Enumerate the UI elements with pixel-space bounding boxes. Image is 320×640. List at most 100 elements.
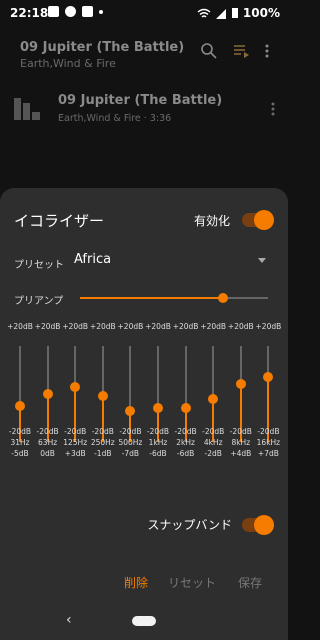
cloud-icon <box>65 6 76 17</box>
band-gain: +7dB <box>257 449 279 458</box>
band-frequency: 2kHz <box>176 438 195 447</box>
eq-band: +20dB -20dB 250Hz -1dB <box>89 322 117 478</box>
battery-icon <box>231 8 238 18</box>
band-knob[interactable] <box>208 394 219 404</box>
band-min-label: -20dB <box>202 427 225 436</box>
eq-band: +20dB -20dB 500Hz -7dB <box>116 322 144 478</box>
band-gain: -1dB <box>94 449 112 458</box>
system-nav-bar: ‹ <box>0 604 288 640</box>
album-thumbnail-icon <box>14 98 40 120</box>
equalizer-title: イコライザー <box>14 212 105 230</box>
track-title: 09 Jupiter (The Battle) <box>58 93 223 108</box>
track-more-icon[interactable] <box>270 100 276 118</box>
eq-band: +20dB -20dB 2kHz -6dB <box>172 322 200 478</box>
band-frequency: 250Hz <box>90 438 115 447</box>
band-min-label: -20dB <box>174 427 197 436</box>
band-fill <box>157 408 159 442</box>
notification-icon <box>48 6 59 17</box>
back-icon[interactable]: ‹ <box>66 612 72 628</box>
eq-band: +20dB -20dB 16kHz +7dB <box>254 322 282 478</box>
band-max-label: +20dB <box>227 322 254 331</box>
band-knob[interactable] <box>263 372 274 382</box>
preamp-slider[interactable] <box>80 293 268 303</box>
home-pill-icon[interactable] <box>132 616 156 626</box>
band-gain: +3dB <box>64 449 86 458</box>
band-knob[interactable] <box>42 389 53 399</box>
eq-band: +20dB -20dB 1kHz -6dB <box>144 322 172 478</box>
band-max-label: +20dB <box>89 322 116 331</box>
track-row[interactable]: 09 Jupiter (The Battle) Earth,Wind & Fir… <box>0 86 288 138</box>
now-playing-bar: 09 Jupiter (The Battle) Earth,Wind & Fir… <box>0 30 288 76</box>
band-frequency: 16kHz <box>256 438 281 447</box>
enable-label: 有効化 <box>193 214 230 228</box>
dot-icon <box>99 10 103 14</box>
band-min-label: -20dB <box>257 427 280 436</box>
band-frequency: 125Hz <box>63 438 88 447</box>
band-frequency: 31Hz <box>10 438 30 447</box>
band-max-label: +20dB <box>34 322 61 331</box>
band-knob[interactable] <box>235 379 246 389</box>
band-min-label: -20dB <box>91 427 114 436</box>
playlist-icon[interactable] <box>232 42 250 60</box>
band-gain: 0dB <box>40 449 55 458</box>
preset-label: プリセット <box>14 260 64 271</box>
preset-select[interactable]: Africa <box>74 252 111 267</box>
preamp-knob[interactable] <box>217 293 228 303</box>
band-max-label: +20dB <box>7 322 33 331</box>
eq-band: +20dB -20dB 31Hz -5dB <box>6 322 34 478</box>
band-gain: -2dB <box>204 449 222 458</box>
band-frequency: 63Hz <box>38 438 58 447</box>
band-knob[interactable] <box>153 403 163 413</box>
band-min-label: -20dB <box>119 427 142 436</box>
reset-button[interactable]: リセット <box>168 574 216 591</box>
band-max-label: +20dB <box>62 322 89 331</box>
band-max-label: +20dB <box>145 322 171 331</box>
preamp-fill <box>80 297 223 299</box>
band-frequency: 8kHz <box>231 438 251 447</box>
now-playing-artist: Earth,Wind & Fire <box>20 57 116 70</box>
band-frequency: 1kHz <box>148 438 168 447</box>
band-fill <box>19 406 21 442</box>
band-min-label: -20dB <box>146 427 170 436</box>
enable-toggle[interactable] <box>242 210 274 230</box>
band-knob[interactable] <box>97 391 108 401</box>
eq-band: +20dB -20dB 125Hz +3dB <box>61 322 89 478</box>
preamp-label: プリアンプ <box>14 296 64 307</box>
band-knob[interactable] <box>15 401 25 411</box>
band-max-label: +20dB <box>255 322 282 331</box>
search-icon[interactable] <box>200 42 218 60</box>
band-min-label: -20dB <box>229 427 252 436</box>
band-knob[interactable] <box>180 403 191 413</box>
more-icon[interactable] <box>264 42 270 60</box>
band-min-label: -20dB <box>36 427 59 436</box>
eq-band: +20dB -20dB 8kHz +4dB <box>227 322 255 478</box>
signal-icon <box>215 8 226 19</box>
band-gain: -7dB <box>121 449 140 458</box>
band-knob[interactable] <box>70 382 81 392</box>
wifi-icon <box>197 8 211 18</box>
band-gain: -6dB <box>176 449 195 458</box>
calendar-icon <box>82 6 93 17</box>
dropdown-caret-icon[interactable] <box>258 258 266 263</box>
snap-band-toggle[interactable] <box>242 515 274 535</box>
band-frequency: 4kHz <box>203 438 223 447</box>
band-gain: -6dB <box>149 449 167 458</box>
save-button[interactable]: 保存 <box>238 574 262 591</box>
equalizer-sheet: イコライザー 有効化 プリセット Africa プリアンプ +20dB -20dB… <box>0 188 288 640</box>
snap-band-label: スナップバンド <box>147 518 232 532</box>
band-gain: -5dB <box>11 449 29 458</box>
status-bar: 22:18 100% <box>0 0 288 26</box>
band-max-label: +20dB <box>200 322 227 331</box>
battery-percent: 100% <box>242 6 280 20</box>
eq-band: +20dB -20dB 4kHz -2dB <box>199 322 227 478</box>
band-max-label: +20dB <box>117 322 144 331</box>
system-icons: 100% <box>197 6 280 20</box>
delete-button[interactable]: 削除 <box>124 574 148 591</box>
band-frequency: 500Hz <box>118 438 143 447</box>
toggle-knob <box>254 210 274 230</box>
notification-icons <box>48 6 103 17</box>
status-time: 22:18 <box>10 6 49 20</box>
band-fill <box>184 408 187 442</box>
toggle-knob <box>254 515 274 535</box>
band-knob[interactable] <box>125 406 136 416</box>
